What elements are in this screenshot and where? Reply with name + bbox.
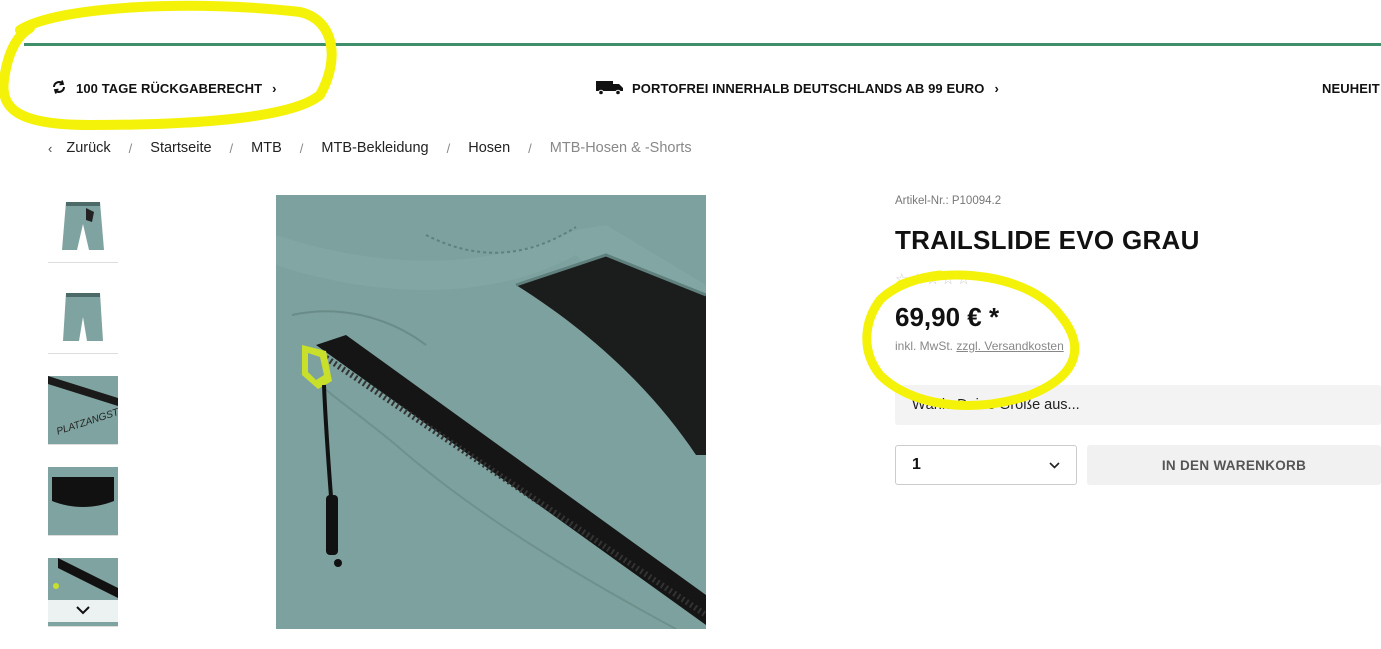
product-info-panel: Artikel-Nr.: P10094.2 TRAILSLIDE EVO GRA… <box>895 195 1381 485</box>
breadcrumb-back-link[interactable]: Zurück <box>66 140 110 156</box>
product-thumbnail-logo-detail[interactable]: PLATZANGST <box>48 376 118 445</box>
breadcrumb-separator: / <box>299 140 304 156</box>
product-title: TRAILSLIDE EVO GRAU <box>895 225 1200 255</box>
tax-info: inkl. MwSt. zzgl. Versandkosten <box>895 339 1381 353</box>
breadcrumb-item-current: MTB-Hosen & -Shorts <box>549 140 692 156</box>
product-thumbnail-front[interactable] <box>48 194 118 263</box>
breadcrumb-item-startseite[interactable]: Startseite <box>150 140 211 156</box>
benefit-label: PORTOFREI INNERHALB DEUTSCHLANDS AB 99 E… <box>632 80 985 96</box>
chevron-right-icon: › <box>994 80 999 96</box>
thumbnail-scroll-down-button[interactable] <box>48 600 118 622</box>
add-to-cart-label: IN DEN WARENKORB <box>1161 457 1307 473</box>
truck-icon <box>596 79 624 98</box>
product-thumbnail-pocket-detail[interactable] <box>48 467 118 536</box>
breadcrumb-separator: / <box>229 140 234 156</box>
breadcrumb-item-mtb[interactable]: MTB <box>251 140 282 156</box>
quantity-value: 1 <box>912 456 921 473</box>
chevron-down-icon <box>1049 456 1060 474</box>
benefit-label: 100 TAGE RÜCKGABERECHT <box>76 80 263 96</box>
breadcrumb: ‹ Zurück / Startseite / MTB / MTB-Beklei… <box>48 140 692 156</box>
star-icon: ☆ <box>925 271 942 288</box>
shipping-costs-link[interactable]: zzgl. Versandkosten <box>956 339 1063 353</box>
chevron-down-icon <box>76 602 90 620</box>
refresh-icon <box>50 79 68 98</box>
product-thumbnail-back[interactable] <box>48 285 118 354</box>
chevron-left-icon: ‹ <box>48 140 53 156</box>
benefit-return-policy[interactable]: 100 TAGE RÜCKGABERECHT › <box>50 78 277 98</box>
highlight-annotation-return-policy <box>0 0 337 131</box>
benefit-new-arrivals[interactable]: NEUHEIT <box>1322 78 1380 98</box>
breadcrumb-item-mtb-bekleidung[interactable]: MTB-Bekleidung <box>321 140 428 156</box>
product-main-image[interactable] <box>276 195 706 629</box>
quantity-select[interactable]: 1 <box>895 445 1077 485</box>
product-rating-stars[interactable]: ☆☆☆☆☆ <box>895 270 1381 288</box>
breadcrumb-separator: / <box>446 140 451 156</box>
tax-included-text: inkl. MwSt. <box>895 339 954 353</box>
size-select[interactable]: Wähle Deine Größe aus... <box>895 385 1381 425</box>
breadcrumb-separator: / <box>528 140 532 156</box>
product-price: 69,90 € * <box>895 302 1000 332</box>
product-thumbnail-gallery: PLATZANGST <box>48 194 120 649</box>
add-to-cart-button[interactable]: IN DEN WARENKORB <box>1087 445 1381 485</box>
benefit-free-shipping[interactable]: PORTOFREI INNERHALB DEUTSCHLANDS AB 99 E… <box>596 78 999 98</box>
benefit-label: NEUHEIT <box>1322 80 1380 96</box>
star-icon: ☆ <box>910 271 926 288</box>
star-icon: ☆ <box>956 271 973 288</box>
chevron-right-icon: › <box>272 80 277 96</box>
product-sku: Artikel-Nr.: P10094.2 <box>895 195 1002 207</box>
breadcrumb-item-hosen[interactable]: Hosen <box>468 140 510 156</box>
breadcrumb-separator: / <box>128 140 133 156</box>
star-icon: ☆ <box>941 271 957 288</box>
size-select-placeholder: Wähle Deine Größe aus... <box>912 397 1080 413</box>
star-icon: ☆ <box>895 271 911 288</box>
header-accent-line <box>24 43 1381 46</box>
